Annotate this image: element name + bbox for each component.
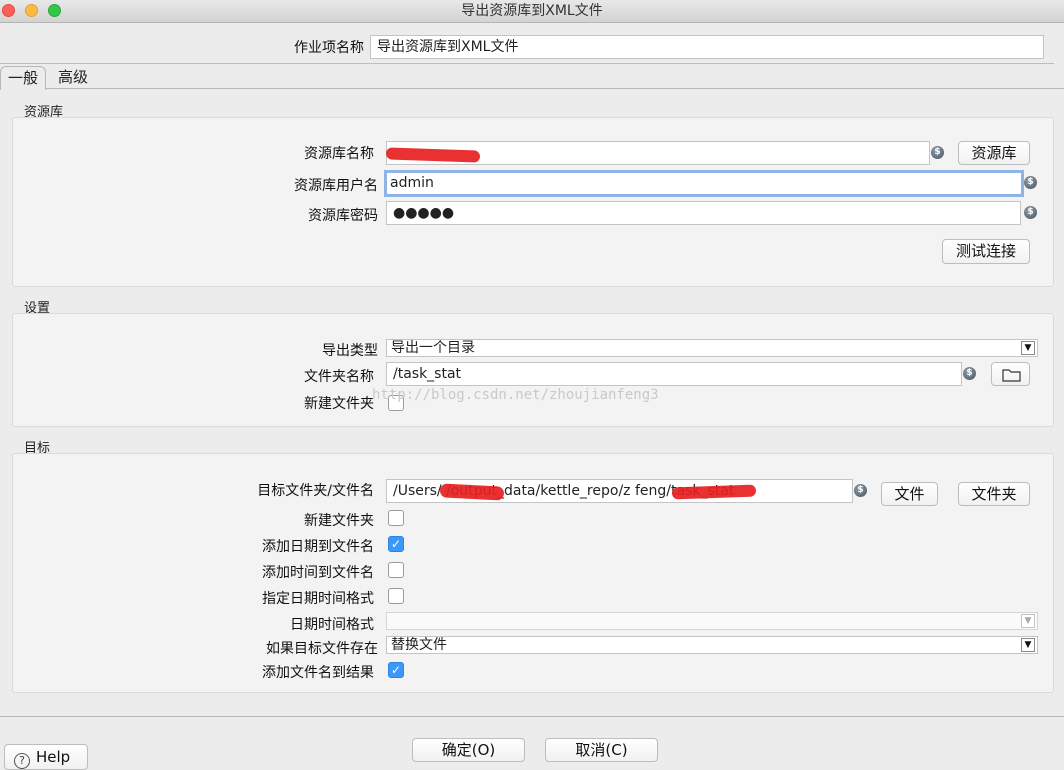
folder-name-label: 文件夹名称 [304,369,374,385]
variable-icon: $ [1024,176,1037,189]
specify-format-checkbox[interactable] [388,588,404,604]
specify-format-label: 指定日期时间格式 [262,591,374,607]
variable-icon: $ [1024,206,1037,219]
datetime-format-select[interactable] [386,612,1038,630]
add-to-result-label: 添加文件名到结果 [262,665,374,681]
watermark-text: http://blog.csdn.net/zhoujianfeng3 [372,387,659,403]
folder-icon [1002,369,1021,382]
help-button[interactable]: ? Help [4,744,88,770]
chevron-down-icon[interactable]: ▼ [1021,341,1035,355]
add-date-label: 添加日期到文件名 [262,539,374,555]
cancel-button[interactable]: 取消(C) [545,738,658,762]
tab-divider [0,88,1064,89]
browse-folder-button[interactable] [991,362,1030,386]
add-date-checkbox[interactable]: ✓ [388,536,404,552]
repo-name-label: 资源库名称 [304,146,374,162]
add-time-label: 添加时间到文件名 [262,565,374,581]
folder-button[interactable]: 文件夹 [958,482,1030,506]
create-folder-label: 新建文件夹 [304,513,374,529]
if-exists-select[interactable]: 替换文件 [386,636,1038,654]
new-folder-label: 新建文件夹 [304,396,374,412]
help-icon: ? [14,753,30,769]
create-folder-checkbox[interactable] [388,510,404,526]
export-type-select[interactable]: 导出一个目录 [386,339,1038,357]
if-exists-label: 如果目标文件存在 [266,641,378,657]
help-button-label: Help [36,748,71,766]
footer-divider [0,716,1064,717]
window-title: 导出资源库到XML文件 [461,3,603,19]
variable-icon: $ [854,484,867,497]
repo-password-input[interactable]: ●●●●● [386,201,1021,225]
file-button[interactable]: 文件 [881,482,938,506]
variable-icon: $ [963,367,976,380]
test-connection-button[interactable]: 测试连接 [942,239,1030,264]
folder-name-input[interactable]: /task_stat [386,362,962,386]
job-name-input[interactable]: 导出资源库到XML文件 [370,35,1044,59]
repo-password-label: 资源库密码 [308,208,378,224]
tab-general[interactable]: 一般 [0,66,46,90]
repo-user-label: 资源库用户名 [294,178,378,194]
datetime-format-label: 日期时间格式 [290,617,374,633]
job-name-label: 作业项名称 [294,40,364,56]
chevron-down-icon[interactable]: ▼ [1021,638,1035,652]
tab-strip-top-line [0,63,1054,64]
add-to-result-checkbox[interactable]: ✓ [388,662,404,678]
repo-user-input[interactable]: admin [384,170,1024,197]
target-file-label: 目标文件夹/文件名 [257,483,374,499]
add-time-checkbox[interactable] [388,562,404,578]
repository-button[interactable]: 资源库 [958,141,1030,165]
chevron-down-icon[interactable]: ▼ [1021,614,1035,628]
tab-advanced[interactable]: 高级 [50,66,96,88]
ok-button[interactable]: 确定(O) [412,738,525,762]
export-type-label: 导出类型 [322,343,378,359]
variable-icon: $ [931,146,944,159]
